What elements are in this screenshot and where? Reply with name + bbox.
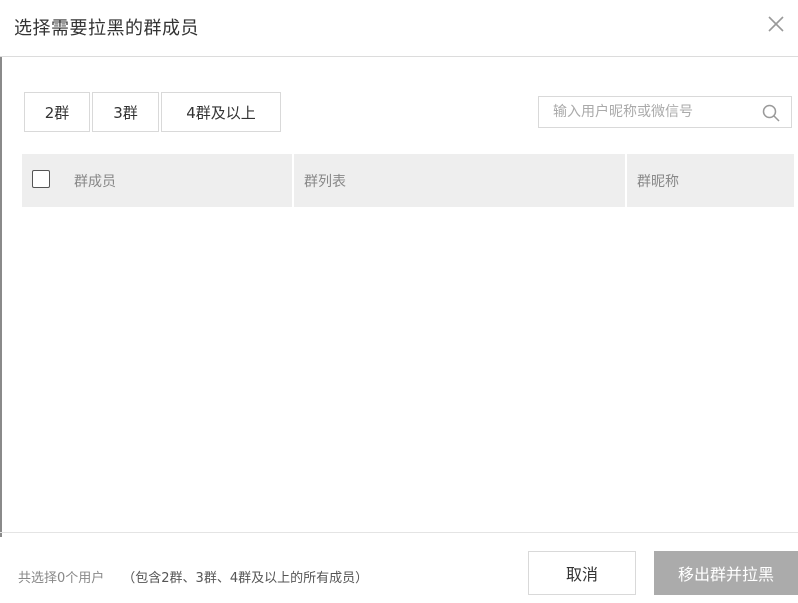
column-header-group-list: 群列表 bbox=[294, 154, 627, 207]
remove-and-block-button[interactable]: 移出群并拉黑 bbox=[654, 551, 798, 595]
dialog-footer: 共选择0个用户 （包含2群、3群、4群及以上的所有成员） 取消 移出群并拉黑 bbox=[0, 532, 798, 603]
column-label-group-nickname: 群昵称 bbox=[637, 173, 679, 190]
selection-summary: 共选择0个用户 （包含2群、3群、4群及以上的所有成员） bbox=[18, 567, 368, 586]
column-label-members: 群成员 bbox=[74, 173, 116, 190]
column-label-group-list: 群列表 bbox=[304, 173, 346, 190]
cancel-button[interactable]: 取消 bbox=[528, 551, 636, 595]
dialog-header: 选择需要拉黑的群成员 bbox=[0, 0, 798, 57]
blacklist-dialog: 选择需要拉黑的群成员 2群 3群 4群及以上 群成员 群列表 bbox=[0, 0, 798, 603]
search-icon[interactable] bbox=[761, 103, 781, 123]
close-icon[interactable] bbox=[766, 14, 786, 34]
select-all-checkbox[interactable] bbox=[32, 170, 50, 188]
filter-4plus-groups-button[interactable]: 4群及以上 bbox=[161, 92, 281, 132]
dialog-title: 选择需要拉黑的群成员 bbox=[14, 18, 199, 39]
group-filter-tabs: 2群 3群 4群及以上 bbox=[24, 92, 283, 132]
filter-3-groups-button[interactable]: 3群 bbox=[92, 92, 159, 132]
selection-count-text: 共选择0个用户 bbox=[18, 571, 105, 586]
column-header-members: 群成员 bbox=[22, 154, 294, 207]
search-box bbox=[538, 96, 792, 128]
filter-2-groups-button[interactable]: 2群 bbox=[24, 92, 90, 132]
search-input[interactable] bbox=[551, 103, 755, 121]
window-edge bbox=[0, 57, 2, 537]
member-table-header: 群成员 群列表 群昵称 bbox=[22, 154, 794, 207]
selection-note: （包含2群、3群、4群及以上的所有成员） bbox=[122, 571, 369, 586]
column-header-group-nickname: 群昵称 bbox=[627, 154, 794, 207]
